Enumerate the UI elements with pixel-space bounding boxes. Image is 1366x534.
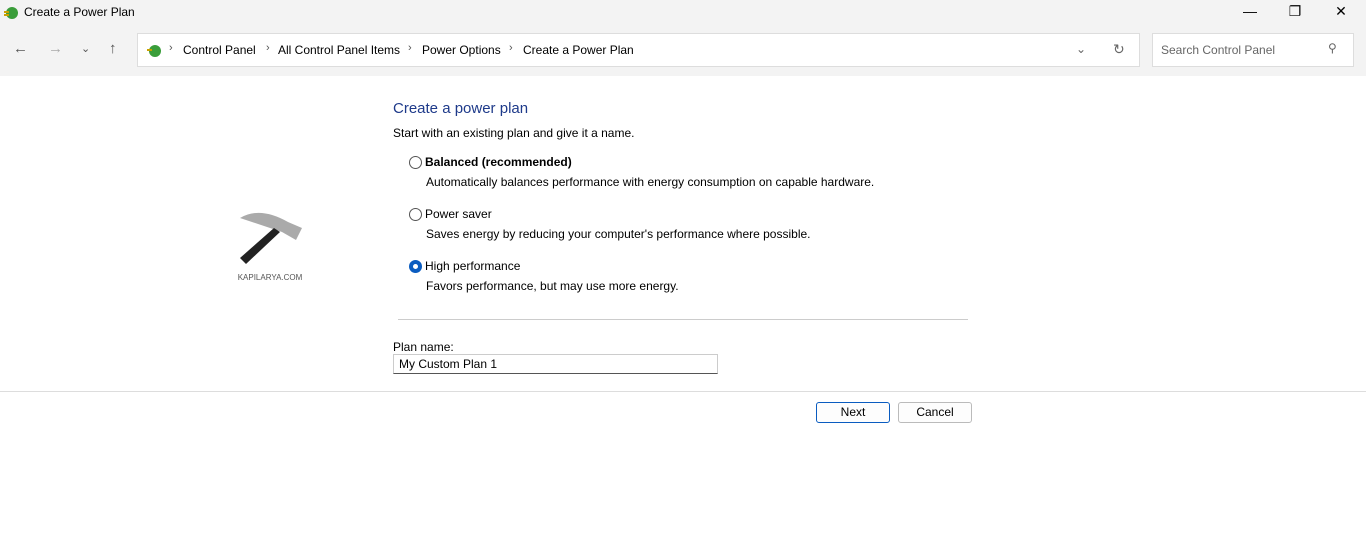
chevron-right-icon: ›: [266, 42, 270, 54]
breadcrumb-all-items[interactable]: All Control Panel Items: [278, 43, 400, 57]
balanced-label[interactable]: Balanced (recommended): [425, 155, 572, 169]
recent-locations-button[interactable]: ⌄: [81, 42, 90, 55]
chevron-right-icon: ›: [169, 42, 173, 54]
search-icon: ⚲: [1328, 41, 1337, 55]
cancel-button[interactable]: Cancel: [898, 402, 972, 423]
close-button[interactable]: ✕: [1318, 0, 1364, 24]
plan-name-input[interactable]: My Custom Plan 1: [393, 354, 718, 374]
high-performance-radio[interactable]: [409, 260, 422, 273]
forward-button[interactable]: →: [48, 40, 63, 57]
search-placeholder: Search Control Panel: [1161, 43, 1276, 57]
chevron-right-icon: ›: [408, 42, 412, 54]
logo-text: KAPILARYA.COM: [237, 273, 303, 282]
balanced-radio[interactable]: [409, 156, 422, 169]
page-subtitle: Start with an existing plan and give it …: [393, 126, 635, 140]
minimize-button[interactable]: —: [1227, 0, 1273, 24]
power-saver-label[interactable]: Power saver: [425, 207, 492, 221]
title-bar: Create a Power Plan — ❐ ✕: [0, 0, 1366, 24]
up-button[interactable]: ↑: [109, 40, 117, 57]
divider: [398, 319, 968, 320]
breadcrumb-power-options[interactable]: Power Options: [422, 43, 501, 57]
back-button[interactable]: ←: [13, 40, 28, 57]
high-performance-description: Favors performance, but may use more ene…: [426, 279, 679, 293]
chevron-down-icon[interactable]: ⌄: [1076, 42, 1086, 56]
power-saver-description: Saves energy by reducing your computer's…: [426, 227, 811, 241]
page-title: Create a power plan: [393, 100, 529, 117]
power-saver-radio[interactable]: [409, 208, 422, 221]
power-options-icon: [147, 45, 161, 57]
power-options-icon: [4, 7, 18, 19]
balanced-description: Automatically balances performance with …: [426, 175, 875, 189]
kapilarya-logo: KAPILARYA.COM: [230, 208, 310, 282]
chevron-right-icon: ›: [509, 42, 513, 54]
refresh-icon[interactable]: ↻: [1113, 41, 1125, 58]
breadcrumb-create-plan[interactable]: Create a Power Plan: [523, 43, 634, 57]
divider: [0, 391, 1366, 392]
maximize-button[interactable]: ❐: [1272, 0, 1318, 24]
search-input[interactable]: Search Control Panel ⚲: [1152, 33, 1354, 67]
window-title: Create a Power Plan: [24, 5, 135, 19]
plan-name-label: Plan name:: [393, 340, 454, 354]
breadcrumb-control-panel[interactable]: Control Panel: [183, 43, 256, 57]
high-performance-label[interactable]: High performance: [425, 259, 520, 273]
address-bar[interactable]: › Control Panel › All Control Panel Item…: [137, 33, 1140, 67]
next-button[interactable]: Next: [816, 402, 890, 423]
